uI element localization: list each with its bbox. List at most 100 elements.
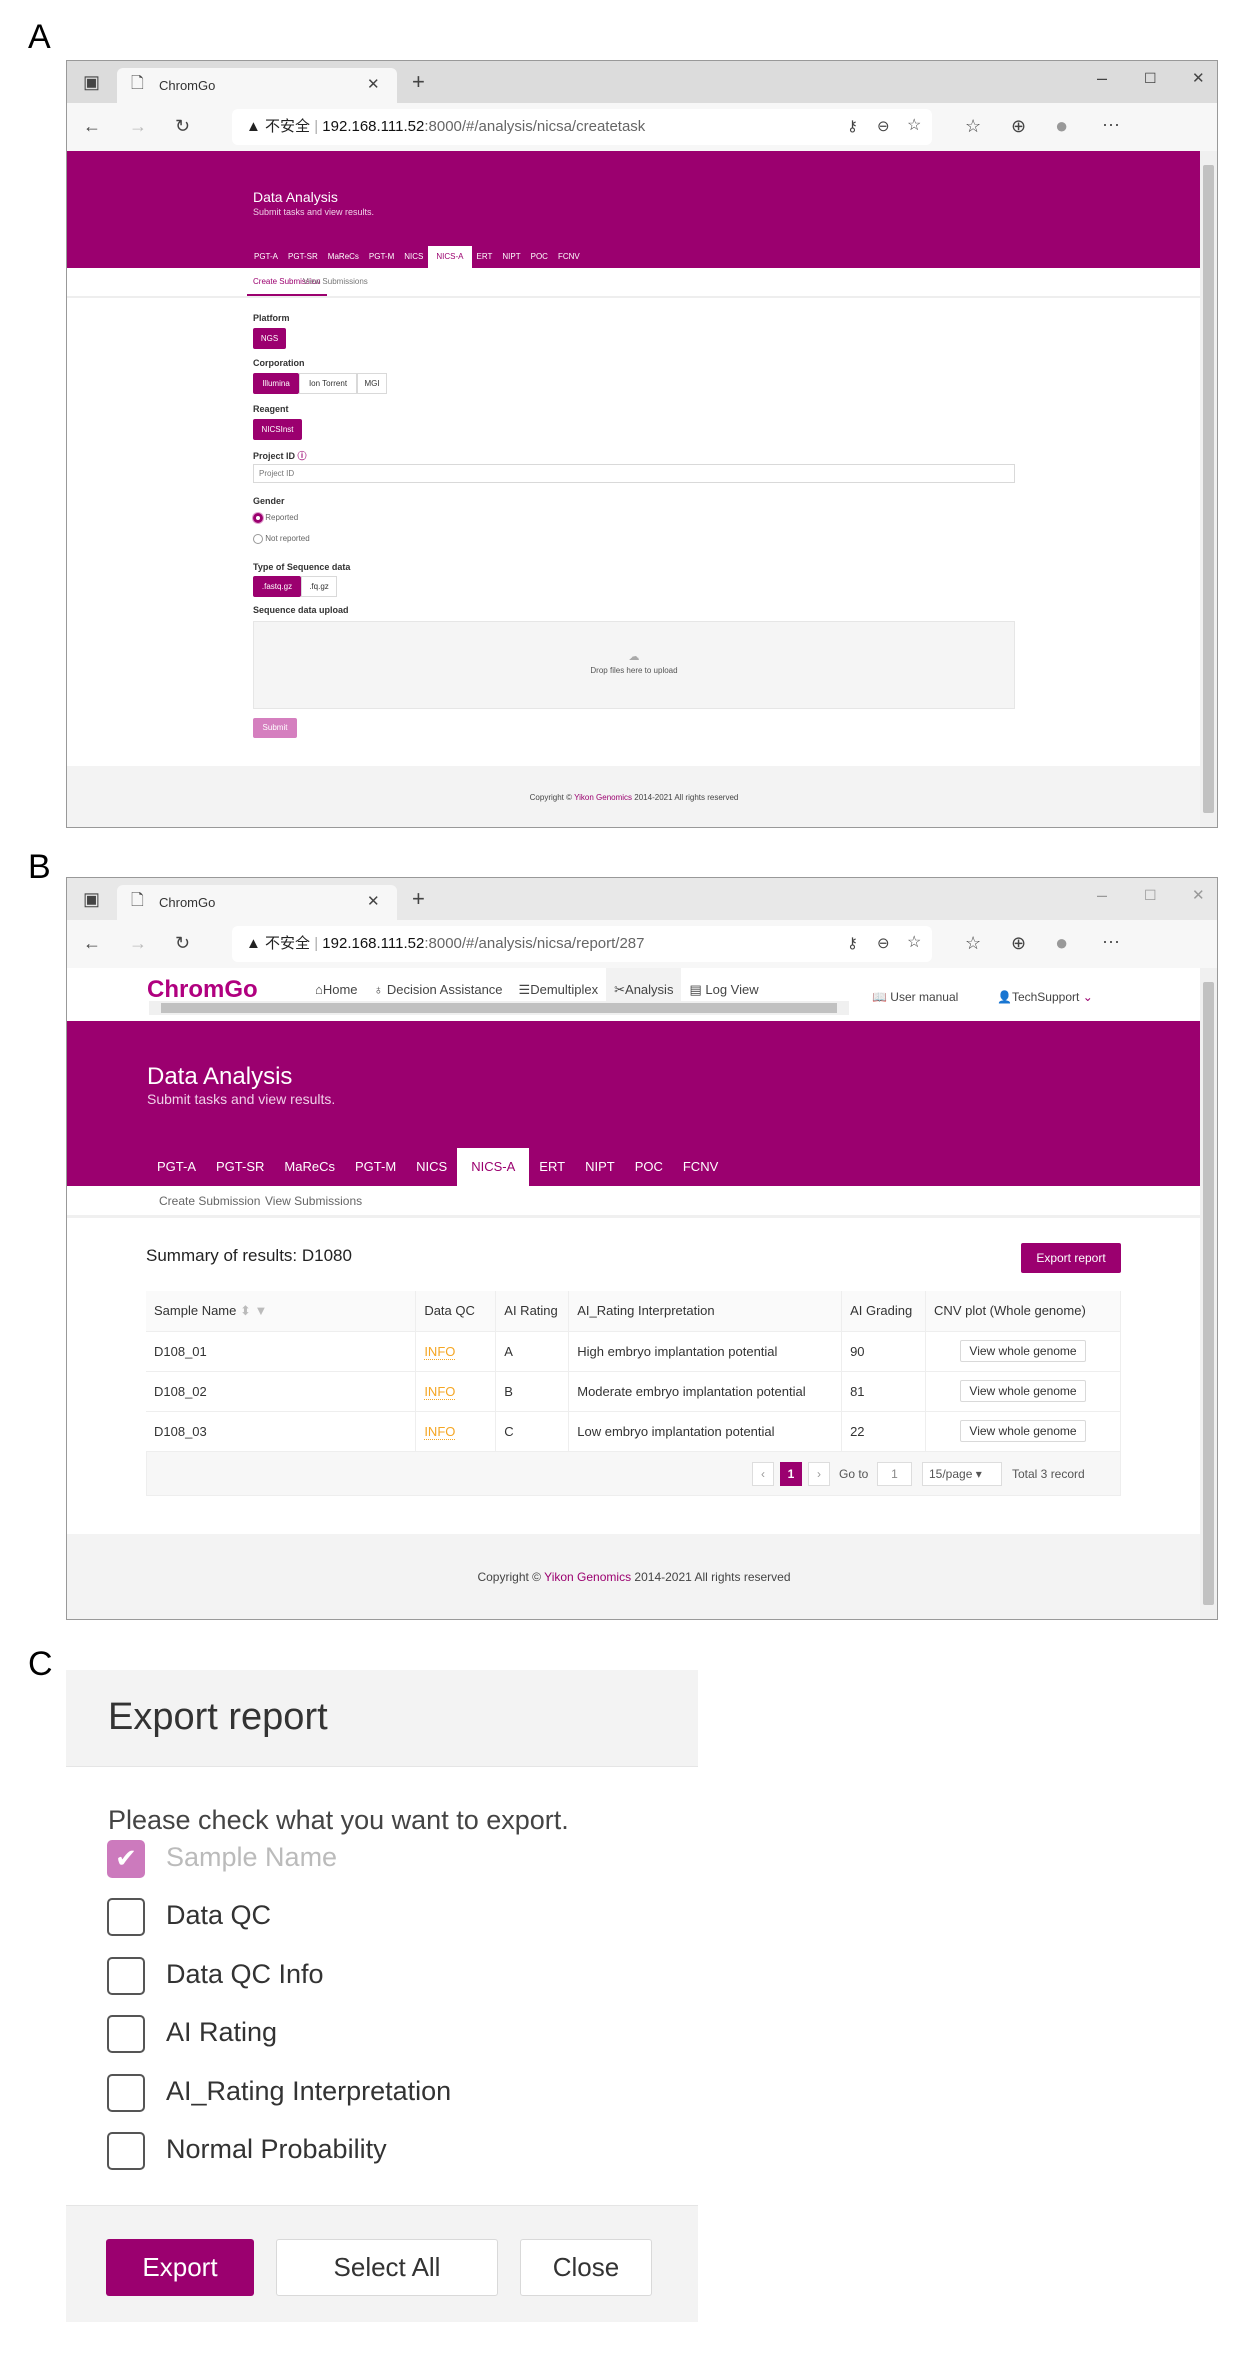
tab-nipt[interactable]: NIPT bbox=[575, 1148, 625, 1186]
gender-not-reported-radio[interactable]: Not reported bbox=[253, 534, 310, 544]
checkbox-data-qc-info[interactable] bbox=[107, 1957, 145, 1995]
nav-horizontal-scrollbar[interactable] bbox=[149, 1001, 849, 1015]
checkbox-ai-rating-interpretation[interactable] bbox=[107, 2074, 145, 2112]
subtab-view-submissions[interactable]: View Submissions bbox=[303, 277, 368, 286]
page-size-select[interactable]: 15/page ▾ bbox=[922, 1462, 1002, 1486]
submit-button[interactable]: Submit bbox=[253, 718, 297, 738]
tab-pgt-sr[interactable]: PGT-SR bbox=[206, 1148, 274, 1186]
export-button[interactable]: Export bbox=[106, 2239, 254, 2296]
company-link[interactable]: Yikon Genomics bbox=[544, 1570, 631, 1584]
tab-poc[interactable]: POC bbox=[625, 1148, 673, 1186]
tab-nics[interactable]: NICS bbox=[406, 1148, 457, 1186]
info-icon[interactable]: ⓘ bbox=[298, 451, 307, 461]
new-tab-icon[interactable]: + bbox=[412, 888, 425, 910]
corporation-ion-torrent-button[interactable]: Ion Torrent bbox=[299, 373, 357, 394]
new-tab-icon[interactable]: + bbox=[412, 71, 425, 93]
qc-info-link[interactable]: INFO bbox=[424, 1423, 456, 1440]
chromgo-logo[interactable]: ChromGo bbox=[147, 976, 258, 1004]
minimize-icon[interactable]: – bbox=[1097, 69, 1107, 87]
reagent-nicsinst-button[interactable]: NICSInst bbox=[253, 419, 302, 440]
favorites-icon[interactable]: ☆ bbox=[965, 934, 981, 952]
select-all-button[interactable]: Select All bbox=[276, 2239, 498, 2296]
user-menu[interactable]: 👤TechSupport ⌄ bbox=[997, 990, 1093, 1004]
favorite-add-icon[interactable]: ☆ bbox=[907, 935, 921, 951]
address-bar[interactable]: ▲ 不安全 | 192.168.111.52:8000/#/analysis/n… bbox=[232, 109, 932, 145]
back-icon[interactable]: ← bbox=[83, 117, 101, 135]
user-manual-link[interactable]: 📖 User manual bbox=[872, 990, 958, 1004]
goto-input[interactable]: 1 bbox=[877, 1462, 912, 1486]
qc-info-link[interactable]: INFO bbox=[424, 1383, 456, 1400]
browser-tab[interactable]: 🗋 ChromGo ✕ bbox=[117, 885, 397, 920]
tab-pgt-a[interactable]: PGT-A bbox=[147, 1148, 206, 1186]
subtab-view-submissions[interactable]: View Submissions bbox=[265, 1194, 362, 1208]
address-bar[interactable]: ▲ 不安全 | 192.168.111.52:8000/#/analysis/n… bbox=[232, 926, 932, 962]
tab-actions-icon[interactable]: ▣ bbox=[83, 890, 100, 908]
tab-nipt[interactable]: NIPT bbox=[497, 246, 525, 268]
checkbox-data-qc[interactable] bbox=[107, 1898, 145, 1936]
forward-icon[interactable]: → bbox=[129, 117, 147, 135]
view-whole-genome-button[interactable]: View whole genome bbox=[960, 1340, 1086, 1362]
tab-nics[interactable]: NICS bbox=[399, 246, 428, 268]
zoom-icon[interactable]: ⊖ bbox=[877, 119, 890, 134]
upload-dropzone[interactable]: ☁ Drop files here to upload bbox=[253, 621, 1015, 709]
tab-pgt-a[interactable]: PGT-A bbox=[249, 246, 283, 268]
vertical-scrollbar[interactable] bbox=[1200, 151, 1217, 827]
tab-marecs[interactable]: MaReCs bbox=[323, 246, 364, 268]
maximize-icon[interactable]: ☐ bbox=[1144, 71, 1157, 85]
tab-fcnv[interactable]: FCNV bbox=[673, 1148, 728, 1186]
minimize-icon[interactable]: – bbox=[1097, 886, 1107, 904]
tab-ert[interactable]: ERT bbox=[472, 246, 498, 268]
close-tab-icon[interactable]: ✕ bbox=[367, 77, 380, 92]
prev-page-button[interactable]: ‹ bbox=[752, 1462, 774, 1486]
maximize-icon[interactable]: ☐ bbox=[1144, 888, 1157, 902]
seq-type-fastq-button[interactable]: .fastq.gz bbox=[253, 576, 301, 597]
profile-icon[interactable]: ● bbox=[1055, 932, 1068, 954]
tab-pgt-sr[interactable]: PGT-SR bbox=[283, 246, 323, 268]
tab-fcnv[interactable]: FCNV bbox=[553, 246, 585, 268]
view-whole-genome-button[interactable]: View whole genome bbox=[960, 1380, 1086, 1402]
favorites-icon[interactable]: ☆ bbox=[965, 117, 981, 135]
export-report-button[interactable]: Export report bbox=[1021, 1243, 1121, 1273]
refresh-icon[interactable]: ↻ bbox=[175, 117, 190, 135]
col-sample-name[interactable]: Sample Name ⬍ ▼ bbox=[146, 1291, 417, 1332]
zoom-icon[interactable]: ⊖ bbox=[877, 936, 890, 951]
close-window-icon[interactable]: ✕ bbox=[1192, 888, 1205, 903]
view-whole-genome-button[interactable]: View whole genome bbox=[960, 1420, 1086, 1442]
collections-icon[interactable]: ⊕ bbox=[1011, 117, 1026, 135]
tab-ert[interactable]: ERT bbox=[529, 1148, 575, 1186]
project-id-input[interactable] bbox=[253, 464, 1015, 483]
browser-tab[interactable]: 🗋 ChromGo ✕ bbox=[117, 68, 397, 103]
key-icon[interactable]: ⚷ bbox=[847, 936, 858, 951]
corporation-illumina-button[interactable]: Illumina bbox=[253, 373, 299, 394]
close-tab-icon[interactable]: ✕ bbox=[367, 894, 380, 909]
forward-icon[interactable]: → bbox=[129, 934, 147, 952]
corporation-mgi-button[interactable]: MGI bbox=[357, 373, 387, 394]
profile-icon[interactable]: ● bbox=[1055, 115, 1068, 137]
checkbox-sample-name[interactable]: ✔ bbox=[107, 1840, 145, 1878]
close-button[interactable]: Close bbox=[520, 2239, 652, 2296]
tab-poc[interactable]: POC bbox=[526, 246, 553, 268]
tab-pgt-m[interactable]: PGT-M bbox=[345, 1148, 406, 1186]
checkbox-normal-probability[interactable] bbox=[107, 2132, 145, 2170]
tab-marecs[interactable]: MaReCs bbox=[274, 1148, 345, 1186]
refresh-icon[interactable]: ↻ bbox=[175, 934, 190, 952]
seq-type-fq-button[interactable]: .fq.gz bbox=[301, 576, 337, 597]
tab-nics-a[interactable]: NICS-A bbox=[457, 1148, 530, 1186]
tab-pgt-m[interactable]: PGT-M bbox=[364, 246, 399, 268]
tab-actions-icon[interactable]: ▣ bbox=[83, 73, 100, 91]
qc-info-link[interactable]: INFO bbox=[424, 1343, 456, 1360]
sort-icon[interactable]: ⬍ bbox=[240, 1303, 251, 1318]
checkbox-ai-rating[interactable] bbox=[107, 2015, 145, 2053]
tab-nics-a[interactable]: NICS-A bbox=[428, 246, 472, 268]
next-page-button[interactable]: › bbox=[808, 1462, 830, 1486]
favorite-add-icon[interactable]: ☆ bbox=[907, 118, 921, 134]
close-window-icon[interactable]: ✕ bbox=[1192, 71, 1205, 86]
filter-icon[interactable]: ▼ bbox=[255, 1303, 268, 1318]
collections-icon[interactable]: ⊕ bbox=[1011, 934, 1026, 952]
platform-ngs-button[interactable]: NGS bbox=[253, 328, 286, 349]
company-link[interactable]: Yikon Genomics bbox=[574, 793, 632, 802]
subtab-create-submission[interactable]: Create Submission bbox=[159, 1194, 260, 1208]
key-icon[interactable]: ⚷ bbox=[847, 119, 858, 134]
back-icon[interactable]: ← bbox=[83, 934, 101, 952]
more-icon[interactable]: ··· bbox=[1102, 932, 1120, 950]
